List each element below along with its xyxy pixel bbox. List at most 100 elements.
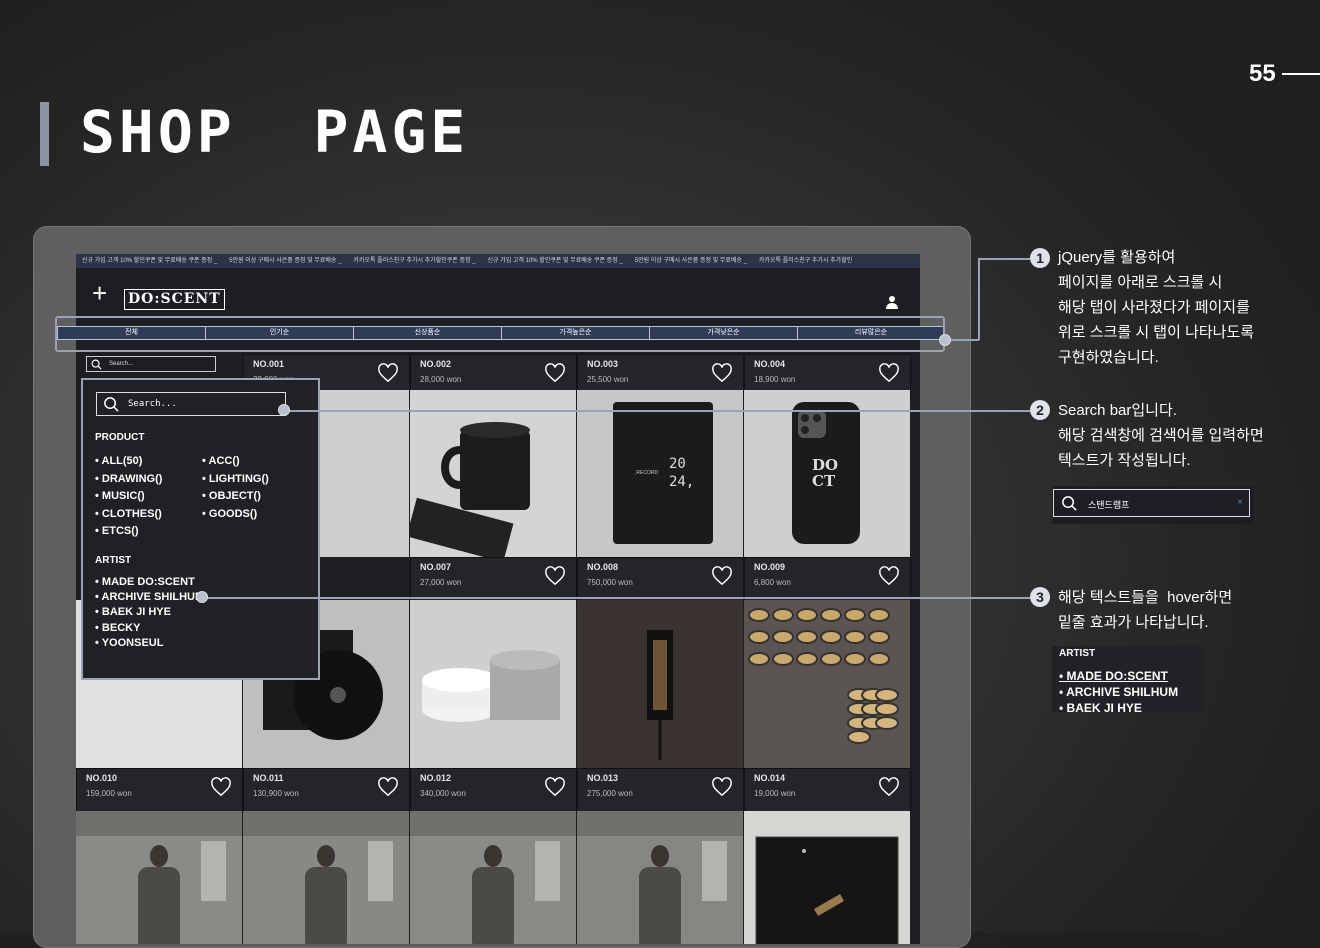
search-example-input[interactable]: 스탠드램프 ×	[1053, 489, 1250, 517]
artist-made-doscent[interactable]: • MADE DO:SCENT	[95, 575, 204, 590]
menu-plus-icon[interactable]: +	[92, 280, 107, 306]
product-number: NO.002	[420, 359, 452, 369]
product-category-list: • ALL(50) • DRAWING() • MUSIC() • CLOTHE…	[95, 453, 162, 541]
callout-line-3	[202, 597, 1030, 599]
product-number: NO.013	[587, 773, 619, 783]
notebook-year-bottom: 24,	[669, 474, 695, 490]
heart-icon[interactable]	[711, 566, 733, 586]
category-acc[interactable]: • ACC()	[202, 453, 269, 471]
product-image[interactable]	[744, 600, 910, 768]
note-line: 구현하였습니다.	[1058, 349, 1159, 366]
heart-icon[interactable]	[377, 777, 399, 797]
search-bar[interactable]: Search...	[86, 356, 216, 372]
product-card-info[interactable]: NO.009 6,800 won	[744, 557, 911, 601]
search-icon	[104, 397, 119, 412]
heart-icon[interactable]	[210, 777, 232, 797]
page-number-line	[1282, 73, 1320, 75]
artist-heading: ARTIST	[95, 555, 132, 566]
category-goods[interactable]: • GOODS()	[202, 506, 269, 524]
hover-example-item[interactable]: • BAEK JI HYE	[1059, 701, 1142, 712]
product-number: NO.007	[420, 562, 452, 572]
product-card-info[interactable]: NO.013 275,000 won	[577, 768, 744, 812]
heart-icon[interactable]	[544, 363, 566, 383]
category-lighting[interactable]: • LIGHTING()	[202, 471, 269, 489]
product-image[interactable]	[577, 811, 743, 944]
note-number-2: 2	[1030, 400, 1050, 420]
hover-example-item[interactable]: • ARCHIVE SHILHUM	[1059, 685, 1178, 699]
hover-example-item[interactable]: • MADE DO:SCENT	[1059, 669, 1168, 683]
clear-icon[interactable]: ×	[1237, 497, 1243, 508]
heart-icon[interactable]	[544, 777, 566, 797]
product-number: NO.003	[587, 359, 619, 369]
heart-icon[interactable]	[711, 777, 733, 797]
notebook-label: .RECORD	[635, 470, 659, 476]
product-image[interactable]: DO CT	[744, 390, 910, 557]
product-image[interactable]: .RECORD 20 24,	[577, 390, 743, 557]
artist-yoonseul[interactable]: • YOONSEUL	[95, 636, 204, 651]
case-print-bottom: CT	[812, 472, 836, 490]
product-number: NO.004	[754, 359, 786, 369]
mug-illustration	[410, 422, 530, 557]
product-price: 130,900 won	[253, 789, 299, 798]
category-etcs[interactable]: • ETCS()	[95, 523, 162, 541]
note-1-text: jQuery를 활용하여 페이지를 아래로 스크롤 시 해당 탭이 사라졌다가 …	[1058, 245, 1254, 370]
artist-baek-ji-hye[interactable]: • BAEK JI HYE	[95, 605, 204, 620]
category-all[interactable]: • ALL(50)	[95, 453, 162, 471]
product-card-info[interactable]: NO.014 19,000 won	[744, 768, 911, 812]
category-object[interactable]: • OBJECT()	[202, 488, 269, 506]
user-icon[interactable]	[884, 294, 900, 310]
product-number: NO.010	[86, 773, 118, 783]
marquee-item: 5만원 이상 구매시 사은품 증정 및 무료배송 _	[634, 258, 747, 264]
search-placeholder: Search...	[109, 361, 134, 367]
note-3-text: 해당 텍스트들을 hover하면 밑줄 효과가 나타납니다.	[1058, 585, 1232, 635]
heart-icon[interactable]	[878, 777, 900, 797]
product-price: 6,800 won	[754, 578, 791, 587]
search-dropdown-panel: Search... PRODUCT • ALL(50) • DRAWING() …	[81, 378, 320, 680]
product-card-info[interactable]: NO.008 750,000 won	[577, 557, 744, 601]
product-image[interactable]	[76, 811, 242, 944]
notebook-illustration	[613, 402, 713, 544]
heart-icon[interactable]	[878, 363, 900, 383]
model-photo	[76, 811, 242, 944]
product-number: NO.014	[754, 773, 786, 783]
model-photo	[243, 811, 409, 944]
product-image[interactable]	[410, 811, 576, 944]
product-card-info[interactable]: NO.012 340,000 won	[410, 768, 577, 812]
category-music[interactable]: • MUSIC()	[95, 488, 162, 506]
product-image[interactable]	[243, 811, 409, 944]
product-card-info[interactable]: NO.011 130,900 won	[243, 768, 410, 812]
product-image[interactable]	[744, 811, 910, 944]
category-clothes[interactable]: • CLOTHES()	[95, 506, 162, 524]
product-number: NO.008	[587, 562, 619, 572]
product-number: NO.001	[253, 359, 285, 369]
artist-becky[interactable]: • BECKY	[95, 621, 204, 636]
artist-archive-shilhum[interactable]: • ARCHIVE SHILHUM	[95, 590, 204, 605]
callout-line-1-vertical	[978, 258, 980, 340]
note-number-1: 1	[1030, 248, 1050, 268]
heart-icon[interactable]	[377, 363, 399, 383]
product-category-list-right: • ACC() • LIGHTING() • OBJECT() • GOODS(…	[202, 453, 269, 523]
product-number: NO.012	[420, 773, 452, 783]
tabs-highlight-box	[55, 316, 945, 352]
marquee-item: 카카오톡 플러스친구 추가시 추가할인쿠폰 증정 _	[353, 258, 476, 264]
site-logo[interactable]: DO:SCENT	[124, 289, 225, 310]
product-number: NO.011	[253, 773, 284, 783]
note-number-3: 3	[1030, 587, 1050, 607]
search-example-value: 스탠드램프	[1088, 500, 1130, 510]
product-card-info[interactable]: NO.007 27,000 won	[410, 557, 577, 601]
category-drawing[interactable]: • DRAWING()	[95, 471, 162, 489]
hover-example-heading: ARTIST	[1059, 648, 1096, 659]
product-image[interactable]	[577, 600, 743, 768]
note-line: 밑줄 효과가 나타납니다.	[1058, 614, 1209, 631]
product-image[interactable]	[410, 600, 576, 768]
dropdown-search-input[interactable]: Search...	[96, 392, 286, 416]
model-photo	[410, 811, 576, 944]
product-image[interactable]	[410, 390, 576, 557]
product-card-info[interactable]: NO.010 159,000 won	[76, 768, 243, 812]
heart-icon[interactable]	[544, 566, 566, 586]
heart-icon[interactable]	[878, 566, 900, 586]
product-price: 25,500 won	[587, 375, 629, 384]
dropdown-search-placeholder: Search...	[128, 399, 177, 409]
note-line: 해당 텍스트들을 hover하면	[1058, 589, 1233, 606]
heart-icon[interactable]	[711, 363, 733, 383]
